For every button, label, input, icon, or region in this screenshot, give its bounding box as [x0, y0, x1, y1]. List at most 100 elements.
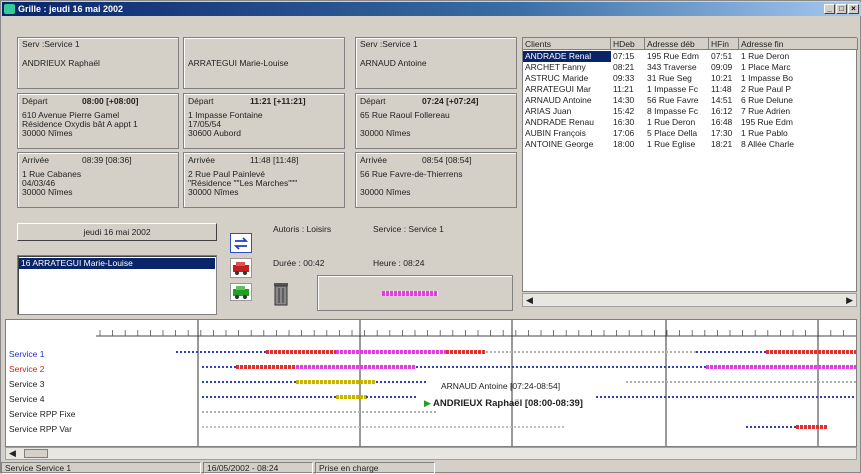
grid-cell[interactable]: 1 Impasse Bo: [739, 73, 858, 84]
grid-cell[interactable]: 09:09: [709, 62, 739, 73]
grid-cell[interactable]: ASTRUC Maride: [523, 73, 611, 84]
slot-dot: [442, 426, 444, 428]
trip-bar: [310, 350, 313, 354]
gantt-scroll-left-icon[interactable]: ◀: [9, 448, 16, 459]
grid-cell[interactable]: 1 Rue Eglise: [645, 139, 709, 150]
lane-label[interactable]: Service 4: [9, 394, 44, 404]
grid-header-1[interactable]: HDeb: [611, 38, 645, 50]
grid-cell[interactable]: 14:51: [709, 95, 739, 106]
grid-cell[interactable]: 8 Allée Charle: [739, 139, 858, 150]
grid-cell[interactable]: 08:21: [611, 62, 645, 73]
gantt-horizontal-scrollbar[interactable]: ◀: [5, 447, 857, 460]
scroll-right-arrow-icon[interactable]: ▶: [846, 295, 853, 306]
slot-dot: [228, 351, 230, 353]
grid-cell[interactable]: 1 Rue Deron: [645, 117, 709, 128]
panel3-client-box[interactable]: Serv :Service 1 ARNAUD Antoine: [355, 37, 517, 89]
grid-cell[interactable]: 11:48: [709, 84, 739, 95]
slot-dot: [792, 396, 794, 398]
grid-horizontal-scrollbar[interactable]: ◀ ▶: [522, 293, 857, 307]
grid-cell[interactable]: 15:42: [611, 106, 645, 117]
grid-cell[interactable]: ARCHET Fanny: [523, 62, 611, 73]
grid-cell[interactable]: 195 Rue Edm: [645, 51, 709, 62]
grid-cell[interactable]: 07:15: [611, 51, 645, 62]
lane-label[interactable]: Service RPP Fixe: [9, 409, 75, 419]
slot-dot: [748, 396, 750, 398]
grid-cell[interactable]: 2 Rue Paul P: [739, 84, 858, 95]
panel3-depart-box[interactable]: Départ 07:24 [+07:24] 65 Rue Raoul Folle…: [355, 93, 517, 149]
grid-cell[interactable]: 16:30: [611, 117, 645, 128]
panel2-client-box[interactable]: ARRATEGUI Marie-Louise: [183, 37, 345, 89]
slot-dot: [626, 351, 628, 353]
grid-cell[interactable]: 17:30: [709, 128, 739, 139]
grid-cell[interactable]: 18:00: [611, 139, 645, 150]
refresh-icon[interactable]: [230, 233, 252, 253]
grid-cell[interactable]: ARIAS Juan: [523, 106, 611, 117]
slot-dot: [390, 411, 392, 413]
grid-header-4[interactable]: Adresse fin: [739, 38, 858, 50]
grid-cell[interactable]: 6 Rue Delune: [739, 95, 858, 106]
grid-cell[interactable]: 195 Rue Edm: [739, 117, 858, 128]
slot-dot: [674, 351, 676, 353]
panel1-depart-box[interactable]: Départ 08:00 [+08:00] 610 Avenue Pierre …: [17, 93, 179, 149]
clients-grid[interactable]: Clients HDeb Adresse déb HFin Adresse fin AND…: [522, 37, 858, 292]
trip-bar: [834, 350, 837, 354]
grid-cell[interactable]: 17:06: [611, 128, 645, 139]
grid-cell[interactable]: 31 Rue Seg: [645, 73, 709, 84]
slot-dot: [690, 381, 692, 383]
grid-cell[interactable]: 8 Impasse Fc: [645, 106, 709, 117]
grid-cell[interactable]: 14:30: [611, 95, 645, 106]
panel1-client-box[interactable]: Serv :Service 1 ANDRIEUX Raphaël: [17, 37, 179, 89]
vehicle-list-selected-item[interactable]: 16 ARRATEGUI Marie-Louise: [19, 258, 215, 269]
slot-dot: [214, 411, 216, 413]
grid-header-3[interactable]: HFin: [709, 38, 739, 50]
grid-cell[interactable]: 18:21: [709, 139, 739, 150]
lane-label[interactable]: Service 3: [9, 379, 44, 389]
grid-cell[interactable]: ARNAUD Antoine: [523, 95, 611, 106]
grid-cell[interactable]: 56 Rue Favre: [645, 95, 709, 106]
taxi-icon[interactable]: [230, 258, 252, 278]
lane-label[interactable]: Service 1: [9, 349, 44, 359]
lane-label[interactable]: Service 2: [9, 364, 44, 374]
close-button[interactable]: ×: [848, 4, 859, 14]
grid-cell[interactable]: ANDRADE Renal: [523, 51, 611, 62]
slot-dot: [318, 396, 320, 398]
grid-cell[interactable]: 1 Place Marc: [739, 62, 858, 73]
grid-cell[interactable]: ANTOINE George: [523, 139, 611, 150]
grid-cell[interactable]: AUBIN François: [523, 128, 611, 139]
slot-dot: [822, 381, 824, 383]
grid-cell[interactable]: 11:21: [611, 84, 645, 95]
grid-cell[interactable]: 1 Impasse Fc: [645, 84, 709, 95]
minimize-button[interactable]: _: [824, 4, 835, 14]
vehicle-list[interactable]: 16 ARRATEGUI Marie-Louise: [17, 255, 217, 315]
gantt-chart[interactable]: [5, 319, 857, 447]
lane-label[interactable]: Service RPP Var: [9, 424, 72, 434]
grid-cell[interactable]: 343 Traverse: [645, 62, 709, 73]
trip-bar: [312, 380, 315, 384]
gantt-scroll-thumb[interactable]: [24, 449, 48, 458]
date-button[interactable]: jeudi 16 mai 2002: [17, 223, 217, 241]
grid-cell[interactable]: 7 Rue Adrien: [739, 106, 858, 117]
taxi-green-icon[interactable]: [230, 283, 252, 301]
grid-cell[interactable]: 1 Rue Deron: [739, 51, 858, 62]
panel2-arrivee-box[interactable]: Arrivée 11:48 [11:48] 2 Rue Paul Painlev…: [183, 152, 345, 208]
grid-cell[interactable]: ARRATEGUI Mar: [523, 84, 611, 95]
slot-dot: [274, 381, 276, 383]
grid-cell[interactable]: 16:12: [709, 106, 739, 117]
trip-bar: [336, 395, 339, 399]
grid-cell[interactable]: 16:48: [709, 117, 739, 128]
grid-header-0[interactable]: Clients: [523, 38, 611, 50]
slot-dot: [298, 426, 300, 428]
grid-cell[interactable]: 09:33: [611, 73, 645, 84]
grid-cell[interactable]: 5 Place Della: [645, 128, 709, 139]
grid-cell[interactable]: 07:51: [709, 51, 739, 62]
panel2-depart-box[interactable]: Départ 11:21 [+11:21] 1 Impasse Fontaine…: [183, 93, 345, 149]
scroll-left-arrow-icon[interactable]: ◀: [526, 295, 533, 306]
grid-cell[interactable]: 10:21: [709, 73, 739, 84]
maximize-button[interactable]: □: [836, 4, 847, 14]
panel1-arrivee-box[interactable]: Arrivée 08:39 [08:36] 1 Rue Cabanes 04/0…: [17, 152, 179, 208]
grid-header-2[interactable]: Adresse déb: [645, 38, 709, 50]
panel3-arrivee-box[interactable]: Arrivée 08:54 [08:54] 56 Rue Favre-de-Th…: [355, 152, 517, 208]
grid-cell[interactable]: 1 Rue Pablo: [739, 128, 858, 139]
grid-cell[interactable]: ANDRADE Renau: [523, 117, 611, 128]
trash-icon[interactable]: [271, 279, 291, 307]
